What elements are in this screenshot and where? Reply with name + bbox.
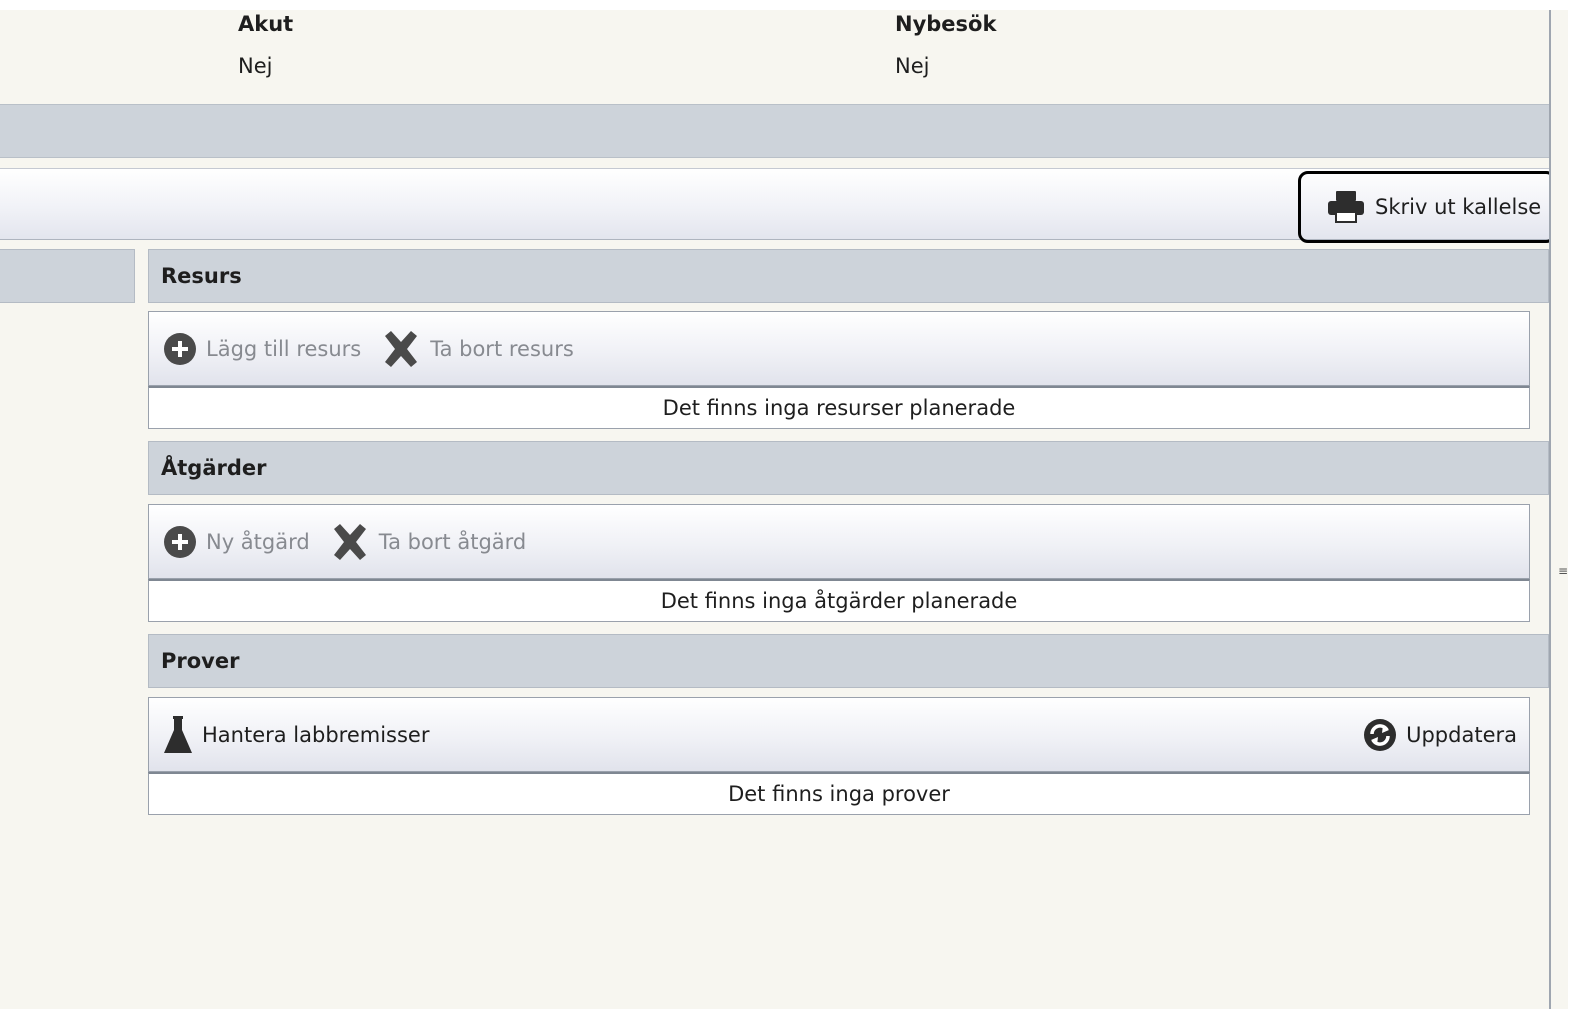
app-root: Akut Nej Nybesök Nej Skriv ut kallelse R… xyxy=(0,0,1595,1009)
refresh-label: Uppdatera xyxy=(1406,722,1517,747)
new-action-label: Ny åtgärd xyxy=(206,529,310,554)
atgarder-empty-message: Det finns inga åtgärder planerade xyxy=(148,579,1530,622)
splitter-grip-icon[interactable]: ≡ xyxy=(1558,564,1568,578)
close-x-icon xyxy=(330,523,370,561)
new-action-button[interactable]: Ny åtgärd xyxy=(163,525,310,559)
prover-empty-text: Det finns inga prover xyxy=(728,782,950,806)
atgarder-toolbar: Ny åtgärd Ta bort åtgärd xyxy=(148,504,1530,579)
prover-empty-message: Det finns inga prover xyxy=(148,772,1530,815)
akut-value: Nej xyxy=(238,54,273,78)
left-panel-header xyxy=(0,249,135,303)
plus-circle-icon xyxy=(163,332,197,366)
panel-splitter[interactable] xyxy=(1551,10,1568,1009)
resurs-empty-text: Det finns inga resurser planerade xyxy=(662,396,1016,420)
prover-header: Prover xyxy=(148,634,1549,688)
print-invitation-button[interactable]: Skriv ut kallelse xyxy=(1298,171,1556,243)
remove-action-label: Ta bort åtgärd xyxy=(378,529,527,554)
prover-title: Prover xyxy=(161,649,240,673)
resurs-title: Resurs xyxy=(161,264,242,288)
section-divider-bar xyxy=(0,104,1549,158)
remove-action-button[interactable]: Ta bort åtgärd xyxy=(330,523,527,561)
resurs-header: Resurs xyxy=(148,249,1549,303)
close-x-icon xyxy=(381,330,421,368)
remove-resource-label: Ta bort resurs xyxy=(430,336,574,361)
refresh-button[interactable]: Uppdatera xyxy=(1363,718,1517,752)
print-invitation-label: Skriv ut kallelse xyxy=(1375,195,1542,219)
atgarder-header: Åtgärder xyxy=(148,441,1549,495)
nybesok-label: Nybesök xyxy=(895,12,997,36)
akut-label: Akut xyxy=(238,12,294,36)
printer-icon xyxy=(1327,190,1365,224)
refresh-icon xyxy=(1363,718,1397,752)
right-rail xyxy=(1568,0,1595,1009)
top-band xyxy=(0,0,1568,10)
atgarder-title: Åtgärder xyxy=(161,456,267,480)
resurs-empty-message: Det finns inga resurser planerade xyxy=(148,386,1530,429)
atgarder-empty-text: Det finns inga åtgärder planerade xyxy=(660,589,1018,613)
remove-resource-button[interactable]: Ta bort resurs xyxy=(381,330,574,368)
nybesok-value: Nej xyxy=(895,54,930,78)
prover-toolbar: Hantera labbremisser Uppdatera xyxy=(148,697,1530,772)
add-resource-label: Lägg till resurs xyxy=(206,336,362,361)
manage-lab-referrals-button[interactable]: Hantera labbremisser xyxy=(163,715,429,755)
add-resource-button[interactable]: Lägg till resurs xyxy=(163,332,361,366)
manage-lab-referrals-label: Hantera labbremisser xyxy=(202,722,430,747)
flask-icon xyxy=(163,715,193,755)
plus-circle-icon xyxy=(163,525,197,559)
resurs-toolbar: Lägg till resurs Ta bort resurs xyxy=(148,311,1530,386)
